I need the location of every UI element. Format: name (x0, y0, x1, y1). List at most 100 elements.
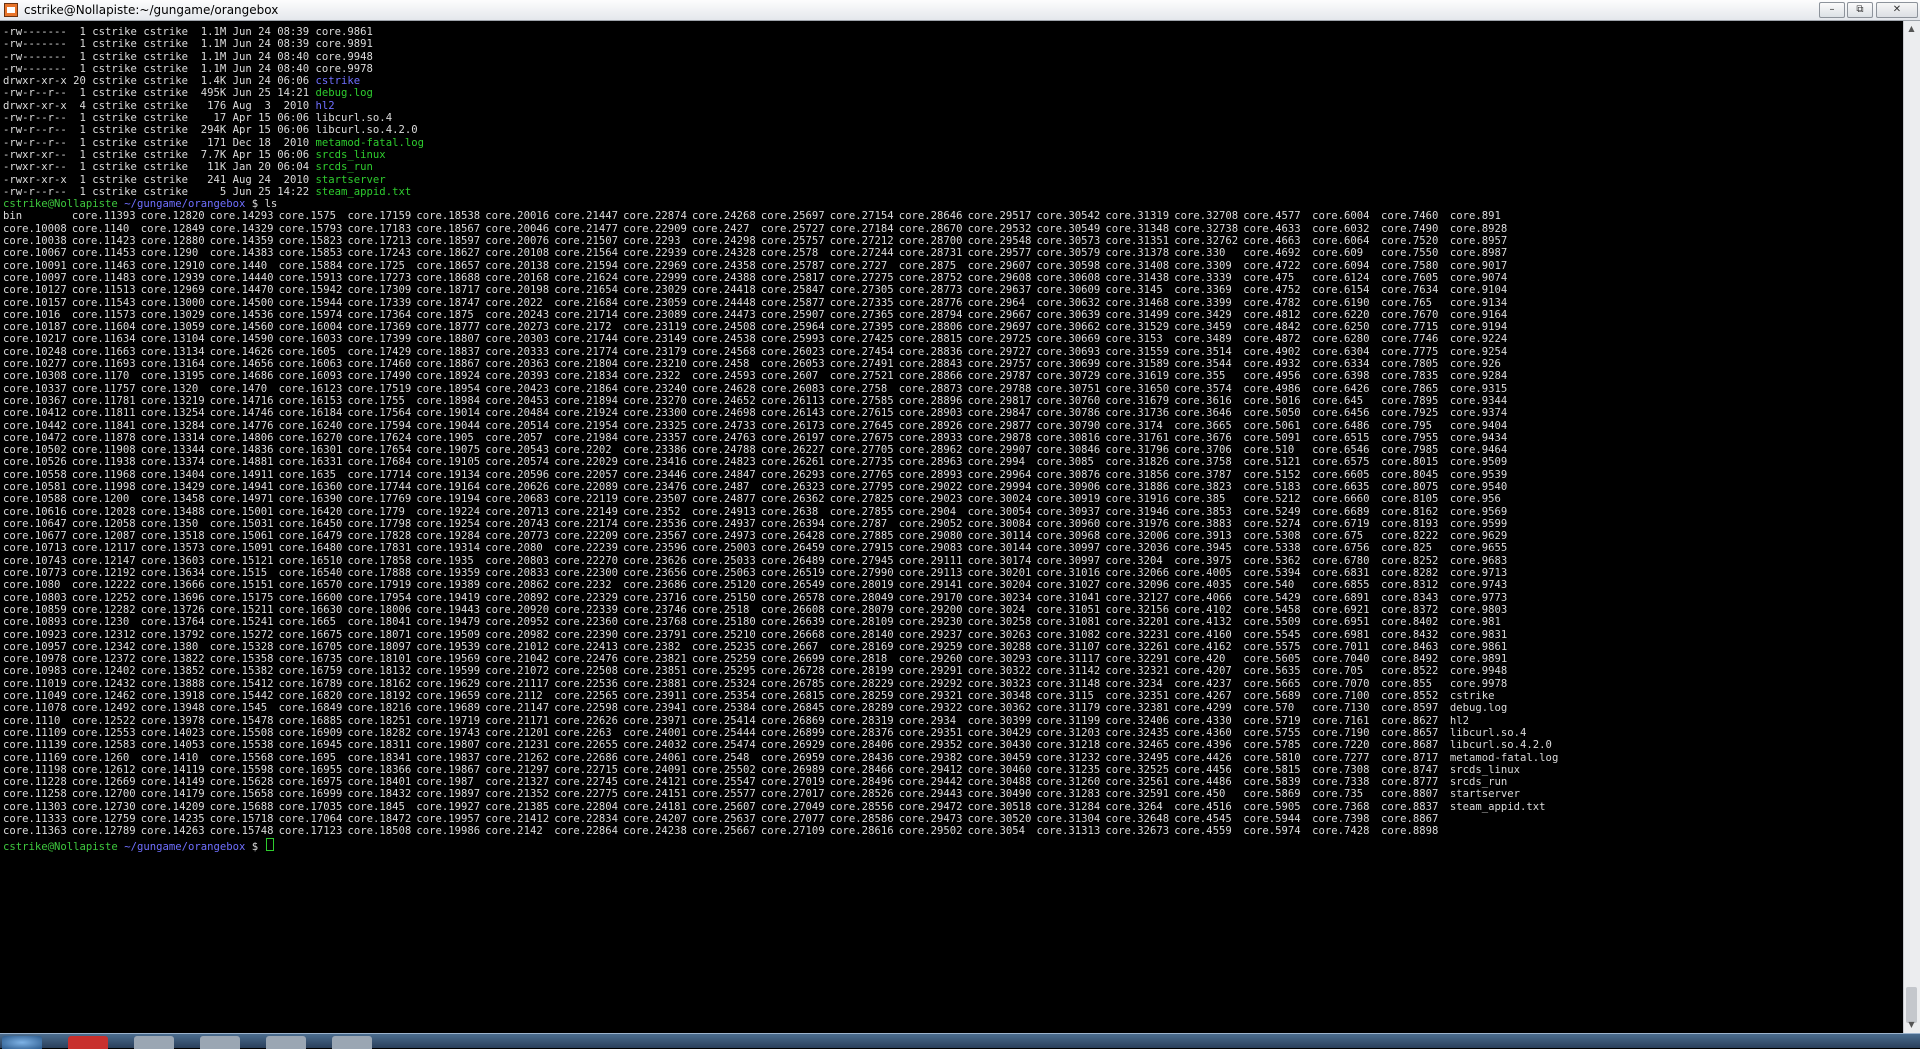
ls-entry: core.21834 (554, 370, 618, 383)
ls-entry: core.14536 (209, 308, 274, 321)
ls-entry: core.4692 (1243, 247, 1301, 260)
ls-entry: core.10337 (3, 382, 67, 395)
ls-entry: core.926 (1449, 358, 1501, 371)
file-metadata: -rw-r--r-- 1 cstrike cstrike 5 Jun 25 14… (3, 185, 316, 198)
ls-entry: core.30937 (1036, 505, 1101, 518)
ls-entry: core.9464 (1449, 444, 1508, 457)
ls-entry: core.29321 (898, 690, 963, 703)
ls-entry: core.10277 (3, 358, 67, 371)
ls-entry: core.30362 (967, 702, 1032, 715)
scroll-up-arrow-icon[interactable]: ▲ (1906, 23, 1917, 35)
maximize-button[interactable]: ⧉ (1847, 2, 1873, 18)
scroll-thumb[interactable] (1906, 987, 1917, 1023)
ls-entry: core.7100 (1312, 690, 1370, 703)
terminal-output[interactable]: -rw------- 1 cstrike cstrike 1.1M Jun 24… (0, 21, 1903, 1033)
ls-entry: core.26362 (760, 493, 825, 506)
vertical-scrollbar[interactable]: ▲ ▼ (1903, 21, 1920, 1033)
ls-entry: core.22360 (554, 616, 618, 629)
ls-entry: core.6831 (1312, 567, 1370, 580)
ls-entry: core.10067 (3, 247, 67, 260)
ls-output-row: core.10526 core.11938 core.13374 core.14881… (3, 456, 1507, 468)
ls-entry: core.13254 (140, 407, 205, 420)
ls-entry: metamod-fatal.log (1449, 751, 1559, 764)
ls-entry: core.11841 (71, 419, 136, 432)
ls-entry: core.4516 (1174, 800, 1232, 813)
ls-entry: core.16975 (278, 776, 343, 789)
ls-entry: core.12087 (71, 530, 136, 543)
taskbar-app-button[interactable] (332, 1036, 372, 1049)
taskbar-app-button[interactable] (134, 1036, 174, 1049)
ls-entry: core.6456 (1312, 407, 1370, 420)
minimize-button[interactable]: – (1819, 2, 1845, 18)
taskbar-app-button[interactable] (200, 1036, 240, 1049)
ls-entry: core.12372 (71, 653, 136, 666)
ls-entry: core.14941 (209, 480, 274, 493)
ls-entry: core.13219 (140, 394, 205, 407)
ls-entry: core.20982 (485, 628, 550, 641)
ls-entry: core.30024 (967, 493, 1032, 506)
file-metadata: -rwxr-xr-- 1 cstrike cstrike 7.7K Apr 15… (3, 148, 316, 161)
ls-entry: core.16570 (278, 579, 343, 592)
ls-entry: core.13764 (140, 616, 205, 629)
ls-entry: core.32231 (1105, 628, 1170, 641)
start-button[interactable] (2, 1036, 42, 1049)
ls-entry: core.30608 (1036, 271, 1101, 284)
ls-entry: core.18747 (416, 296, 481, 309)
ls-entry: core.8837 (1381, 800, 1439, 813)
ls-entry: core.26668 (760, 628, 825, 641)
ls-entry: core.13518 (140, 530, 205, 543)
ls-entry: core.3085 (1036, 456, 1094, 469)
ls-entry: core.17159 (347, 210, 412, 223)
ls-entry: core.18984 (416, 394, 481, 407)
ls-entry: core.7040 (1312, 653, 1370, 666)
ls-entry: core.18867 (416, 358, 481, 371)
window-titlebar[interactable]: cstrike@Nollapiste:~/gungame/orangebox –… (0, 0, 1920, 21)
ls-entry: core.19719 (416, 714, 481, 727)
ls-output-row: core.11169 core.1260 core.1410 core.15568 co… (3, 752, 1558, 764)
ls-entry: core.5509 (1243, 616, 1301, 629)
ls-entry: core.20243 (485, 308, 550, 321)
ls-entry: core.30459 (967, 751, 1032, 764)
ls-entry: core.16759 (278, 665, 343, 678)
ls-entry: core.9655 (1449, 542, 1508, 555)
ls-entry: core.645 (1312, 394, 1364, 407)
terminal-app-icon[interactable] (4, 3, 18, 17)
ls-entry: core.4842 (1243, 321, 1301, 334)
ls-entry: core.30573 (1036, 235, 1101, 248)
ls-entry: core.26899 (760, 726, 825, 739)
scroll-down-arrow-icon[interactable]: ▼ (1906, 1019, 1917, 1031)
ls-entry: core.7161 (1312, 714, 1370, 727)
taskbar-app-button[interactable] (68, 1036, 108, 1049)
ls-entry: core.12700 (71, 788, 136, 801)
ls-entry: core.25235 (692, 640, 756, 653)
ls-entry: core.30751 (1036, 382, 1101, 395)
ls-entry: core.1470 (209, 382, 268, 395)
ls-entry: core.30790 (1036, 419, 1101, 432)
ls-entry: core.3975 (1174, 554, 1232, 567)
ls-entry: core.16820 (278, 690, 343, 703)
ls-entry: core.27077 (760, 813, 825, 825)
prompt-line: cstrike@Nollapiste ~/gungame/orangebox $… (3, 198, 424, 210)
ls-entry: core.32351 (1105, 690, 1170, 703)
ls-entry: core.12402 (71, 665, 136, 678)
ls-entry: core.16630 (278, 603, 343, 616)
ls-entry: core.29667 (967, 308, 1032, 321)
ls-entry: core.10923 (3, 628, 67, 641)
ls-output-row: core.1016 core.11573 core.13029 core.14536 c… (3, 308, 1507, 321)
ls-entry: core.15272 (209, 628, 274, 641)
ls-entry: core.3174 (1105, 419, 1163, 432)
ls-entry: core.29052 (898, 517, 963, 530)
close-button[interactable]: ✕ (1876, 2, 1918, 18)
ls-entry: core.8867 (1381, 813, 1439, 825)
ls-entry: core.3054 (967, 825, 1025, 838)
ls-entry: core.19164 (416, 480, 481, 493)
taskbar-app-button[interactable] (266, 1036, 306, 1049)
ls-entry: core.14746 (209, 407, 274, 420)
ls-entry: core.29607 (967, 259, 1032, 272)
ls-entry: core.16270 (278, 431, 343, 444)
file-metadata: -rw------- 1 cstrike cstrike 1.1M Jun 24… (3, 50, 316, 63)
ls-entry: core.5091 (1243, 431, 1301, 444)
ls-entry: core.11513 (71, 284, 136, 297)
ls-entry: core.13852 (140, 665, 205, 678)
ls-entry: core.3369 (1174, 284, 1232, 297)
